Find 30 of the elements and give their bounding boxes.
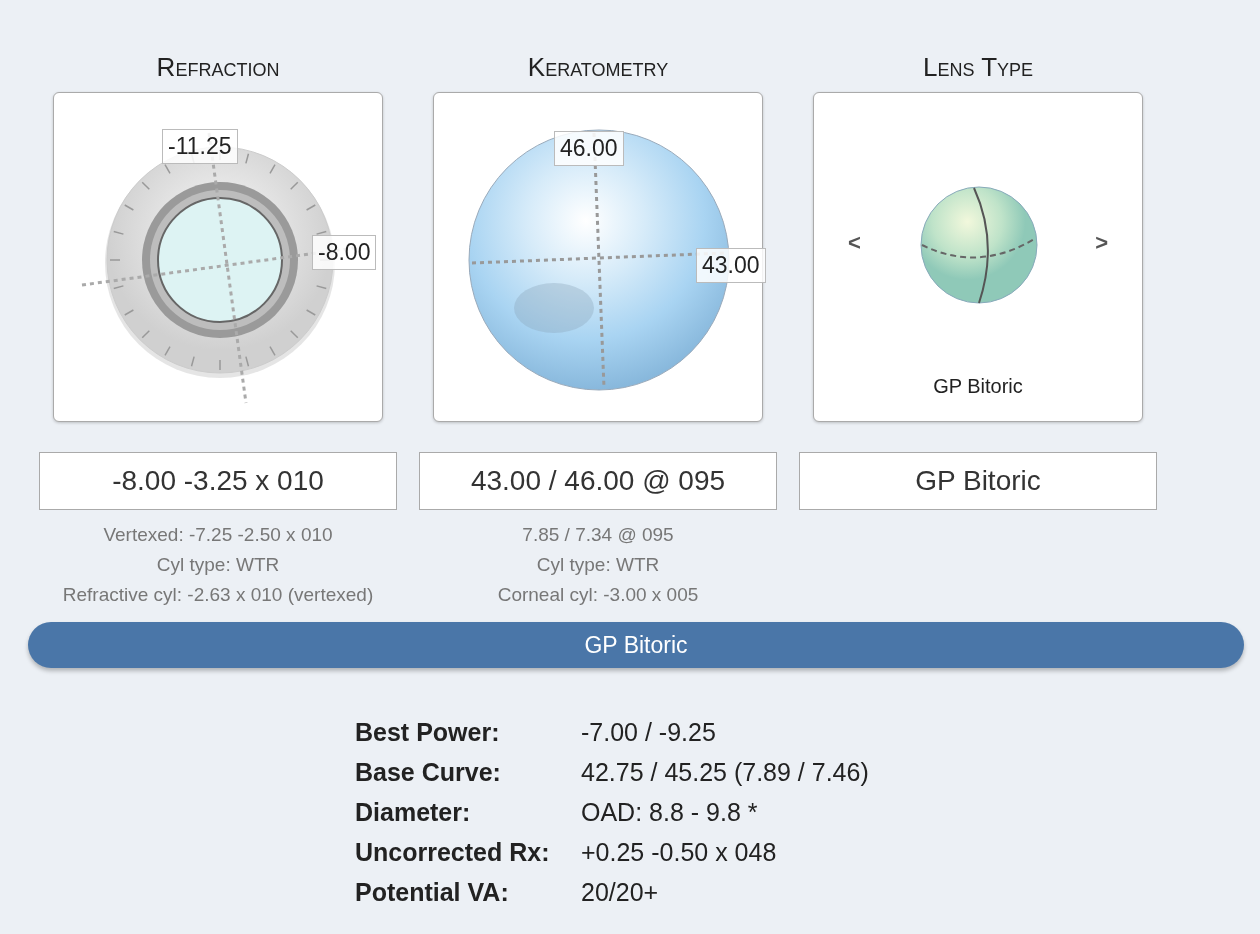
- value-field[interactable]: 43.00 / 46.00 @ 095: [419, 452, 777, 510]
- result-label: Base Curve:: [355, 757, 502, 788]
- result-label: Best Power:: [355, 717, 501, 748]
- previous-button[interactable]: <: [842, 229, 867, 257]
- result-value: -7.00 / -9.25: [581, 717, 716, 748]
- next-button[interactable]: >: [1089, 229, 1114, 257]
- result-value: 20/20+: [581, 877, 659, 908]
- section-title: Refraction: [156, 52, 280, 84]
- result-banner: GP Bitoric: [28, 622, 1244, 668]
- result-value: 42.75 / 45.25 (7.89 / 7.46): [581, 757, 869, 788]
- axis-value-label: -8.00: [312, 235, 377, 270]
- note-text: Cyl type: WTR: [536, 554, 660, 576]
- section-title: Keratometry: [527, 52, 669, 84]
- result-label: Uncorrected Rx:: [355, 837, 551, 868]
- axis-value-label: 43.00: [696, 248, 766, 283]
- note-text: 7.85 / 7.34 @ 095: [522, 524, 674, 546]
- result-value: OAD: 8.8 - 9.8 *: [581, 797, 758, 828]
- result-label: Potential VA:: [355, 877, 510, 908]
- lens-caption: GP Bitoric: [932, 375, 1024, 398]
- section-title: Lens Type: [922, 52, 1034, 84]
- note-text: Cyl type: WTR: [156, 554, 280, 576]
- axis-value-label: 46.00: [554, 131, 624, 166]
- note-text: Corneal cyl: -3.00 x 005: [497, 584, 699, 606]
- value-field[interactable]: -8.00 -3.25 x 010: [39, 452, 397, 510]
- result-value: +0.25 -0.50 x 048: [581, 837, 777, 868]
- note-text: Refractive cyl: -2.63 x 010 (vertexed): [62, 584, 374, 606]
- axis-value-label: -11.25: [162, 129, 238, 164]
- value-field[interactable]: GP Bitoric: [799, 452, 1157, 510]
- note-text: Vertexed: -7.25 -2.50 x 010: [103, 524, 333, 546]
- result-label: Diameter:: [355, 797, 472, 828]
